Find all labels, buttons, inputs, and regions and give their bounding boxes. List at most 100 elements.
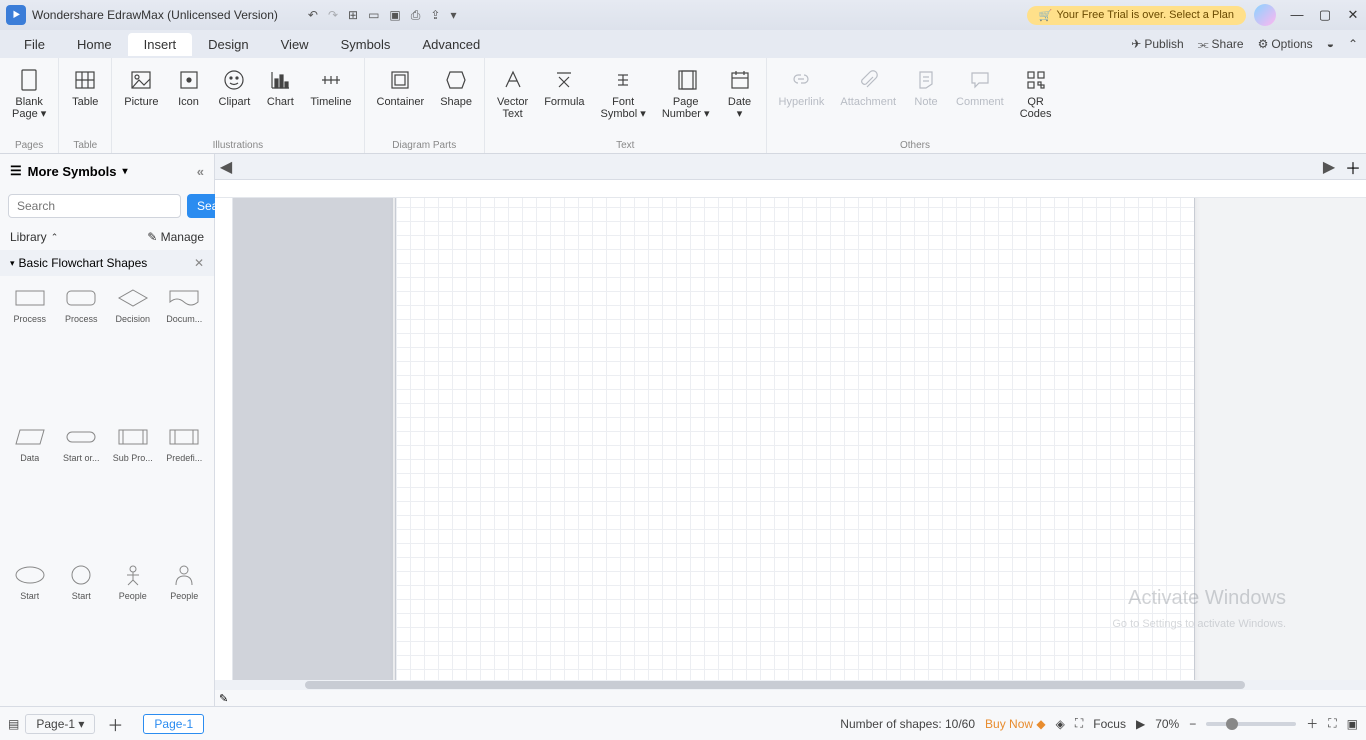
open-icon[interactable]: ▭ — [368, 8, 379, 23]
ribbon-table-button[interactable]: Table — [65, 62, 105, 139]
picture-icon — [128, 66, 154, 94]
tab-scroll-left-icon[interactable]: ◀ — [215, 154, 237, 179]
trial-banner[interactable]: 🛒 Your Free Trial is over. Select a Plan — [1027, 6, 1246, 25]
layers-icon[interactable]: ◈ — [1056, 717, 1065, 731]
shape-diamond[interactable]: Decision — [109, 284, 157, 421]
menu-file[interactable]: File — [8, 33, 61, 56]
ribbon-timeline-button[interactable]: Timeline — [304, 62, 357, 139]
ribbon-qr-button[interactable]: QRCodes — [1014, 62, 1058, 139]
fit-icon[interactable]: ⛶ — [1075, 716, 1083, 731]
print-icon[interactable]: ⎙ — [411, 8, 421, 23]
menu-advanced[interactable]: Advanced — [406, 33, 496, 56]
close-button[interactable]: ✕ — [1346, 7, 1360, 23]
tab-scroll-right-icon[interactable]: ▶ — [1318, 154, 1340, 179]
menu-design[interactable]: Design — [192, 33, 264, 56]
notification-icon[interactable]: ◒ — [1327, 37, 1334, 51]
maximize-button[interactable]: ▢ — [1318, 7, 1332, 23]
shape-parallelogram[interactable]: Data — [6, 423, 54, 560]
category-label: Basic Flowchart Shapes — [19, 256, 148, 270]
ribbon-font-symbol-button[interactable]: FontSymbol ▾ — [595, 62, 652, 139]
page-number-icon — [673, 66, 699, 94]
menu-home[interactable]: Home — [61, 33, 128, 56]
comment-icon — [967, 66, 993, 94]
ribbon-note-button: Note — [906, 62, 946, 139]
ribbon-vector-text-button[interactable]: VectorText — [491, 62, 534, 139]
page-selector[interactable]: Page-1 ▾ — [25, 714, 95, 734]
page-panel-icon[interactable]: ▤ — [8, 717, 19, 731]
fullscreen-icon[interactable]: ⛶ — [1328, 716, 1336, 731]
ribbon-shape-button[interactable]: Shape — [434, 62, 478, 139]
zoom-level[interactable]: 70% — [1155, 717, 1179, 731]
library-up-icon[interactable]: ⌃ — [51, 232, 59, 243]
canvas-area: ◀ ▶ ＋ Activate Windows Go to Settings to… — [215, 154, 1366, 706]
buy-now-link[interactable]: Buy Now ◆ — [985, 717, 1046, 731]
ribbon-chart-button[interactable]: Chart — [260, 62, 300, 139]
ribbon-blank-page-button[interactable]: BlankPage ▾ — [6, 62, 52, 139]
vector-text-icon — [500, 66, 526, 94]
status-bar: ▤ Page-1 ▾ ＋ Page-1 Number of shapes: 10… — [0, 706, 1366, 740]
ribbon-date-button[interactable]: Date▾ — [720, 62, 760, 139]
panel-toggle-icon[interactable]: ▣ — [1347, 717, 1358, 731]
shape-terminator[interactable]: Start or... — [58, 423, 106, 560]
ribbon-picture-button[interactable]: Picture — [118, 62, 164, 139]
menu-insert[interactable]: Insert — [128, 33, 193, 56]
shape-person2[interactable]: People — [161, 561, 209, 698]
publish-button[interactable]: ✈ Publish — [1131, 37, 1183, 51]
shape-circle[interactable]: Start — [58, 561, 106, 698]
options-button[interactable]: ⚙ Options — [1258, 37, 1313, 51]
ribbon-clipart-button[interactable]: Clipart — [213, 62, 257, 139]
drawing-canvas[interactable]: Activate Windows Go to Settings to activ… — [215, 198, 1366, 680]
shape-rect[interactable]: Process — [6, 284, 54, 421]
title-bar: ⯈ Wondershare EdrawMax (Unlicensed Versi… — [0, 0, 1366, 30]
clipart-icon — [221, 66, 247, 94]
new-tab-button[interactable]: ＋ — [1340, 154, 1366, 179]
shape-person1[interactable]: People — [109, 561, 157, 698]
ribbon-container-button[interactable]: Container — [371, 62, 431, 139]
redo-icon[interactable]: ↷ — [328, 8, 338, 23]
horizontal-scrollbar[interactable] — [215, 680, 1366, 690]
page[interactable] — [395, 198, 1195, 680]
expand-category-icon[interactable]: ▾ — [10, 258, 15, 269]
shape-roundrect[interactable]: Process — [58, 284, 106, 421]
ribbon-hyperlink-button: Hyperlink — [773, 62, 831, 139]
app-logo-icon: ⯈ — [6, 5, 26, 25]
share-button[interactable]: ⫘ Share — [1198, 37, 1244, 52]
ribbon-page-number-button[interactable]: PageNumber ▾ — [656, 62, 716, 139]
manage-library-button[interactable]: ✎ Manage — [147, 230, 204, 244]
undo-icon[interactable]: ↶ — [308, 8, 318, 23]
minimize-button[interactable]: — — [1290, 7, 1304, 23]
eyedropper-icon[interactable]: ✎ — [219, 692, 228, 705]
save-icon[interactable]: ▣ — [389, 8, 400, 23]
menu-symbols[interactable]: Symbols — [325, 33, 407, 56]
export-icon[interactable]: ⇪ — [430, 8, 440, 23]
date-icon — [727, 66, 753, 94]
presentation-icon[interactable]: ▶ — [1136, 717, 1145, 731]
collapse-ribbon-icon[interactable]: ⌃ — [1348, 37, 1358, 51]
focus-button[interactable]: Focus — [1093, 717, 1126, 731]
add-page-button[interactable]: ＋ — [107, 712, 123, 736]
close-category-icon[interactable]: ✕ — [194, 256, 204, 270]
ribbon-icon-button[interactable]: Icon — [169, 62, 209, 139]
canvas-margin — [233, 198, 393, 680]
ribbon-formula-button[interactable]: Formula — [538, 62, 590, 139]
zoom-in-button[interactable]: ＋ — [1306, 715, 1318, 732]
user-avatar[interactable] — [1254, 4, 1276, 26]
shape-document[interactable]: Docum... — [161, 284, 209, 421]
scroll-thumb[interactable] — [305, 681, 1245, 689]
zoom-slider[interactable] — [1206, 722, 1296, 726]
shape-ellipse[interactable]: Start — [6, 561, 54, 698]
symbol-search-input[interactable] — [8, 194, 181, 218]
vertical-ruler — [215, 198, 233, 680]
shape-subprocess[interactable]: Sub Pro... — [109, 423, 157, 560]
symbols-icon: ☰ — [10, 163, 22, 179]
shape-predefined[interactable]: Predefi... — [161, 423, 209, 560]
more-symbols-label[interactable]: More Symbols — [28, 164, 117, 179]
active-page-tab[interactable]: Page-1 — [143, 714, 204, 734]
new-icon[interactable]: ⊞ — [348, 8, 358, 23]
zoom-out-button[interactable]: − — [1189, 717, 1196, 731]
color-palette: ✎ — [215, 690, 1366, 706]
collapse-panel-icon[interactable]: « — [197, 164, 204, 179]
menu-view[interactable]: View — [265, 33, 325, 56]
qat-more-icon[interactable]: ▾ — [450, 8, 456, 23]
library-label[interactable]: Library — [10, 230, 47, 244]
